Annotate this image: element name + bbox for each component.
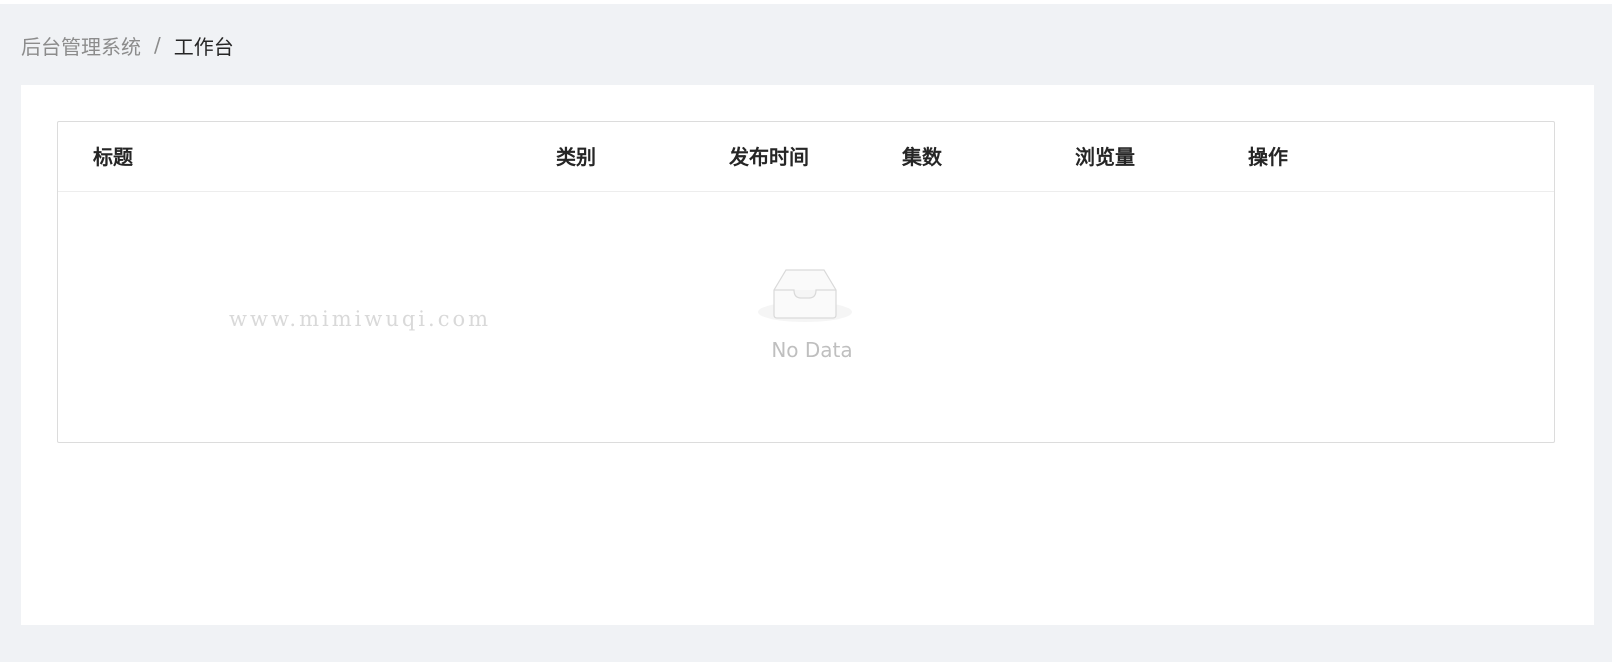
data-table: 标题 类别 发布时间 集数 浏览量 操作 www.mimiwuqi.com No… (57, 121, 1555, 443)
table-empty-state: www.mimiwuqi.com No Data (58, 192, 1554, 442)
empty-inbox-icon (758, 269, 852, 322)
watermark: www.mimiwuqi.com (229, 307, 492, 331)
breadcrumb: 后台管理系统 / 工作台 (21, 31, 234, 59)
top-strip (0, 0, 1612, 4)
empty-text: No Data (771, 338, 853, 362)
column-header-actions: 操作 (1248, 145, 1288, 169)
column-header-publish-time: 发布时间 (729, 145, 809, 169)
column-header-views: 浏览量 (1075, 145, 1135, 169)
breadcrumb-separator: / (154, 33, 161, 57)
column-header-category: 类别 (556, 145, 596, 169)
table-header: 标题 类别 发布时间 集数 浏览量 操作 (58, 122, 1554, 192)
breadcrumb-current: 工作台 (173, 34, 234, 59)
column-header-episodes: 集数 (902, 145, 942, 169)
column-header-title: 标题 (93, 145, 133, 169)
breadcrumb-root[interactable]: 后台管理系统 (21, 31, 141, 60)
content-card: 标题 类别 发布时间 集数 浏览量 操作 www.mimiwuqi.com No… (21, 85, 1594, 625)
